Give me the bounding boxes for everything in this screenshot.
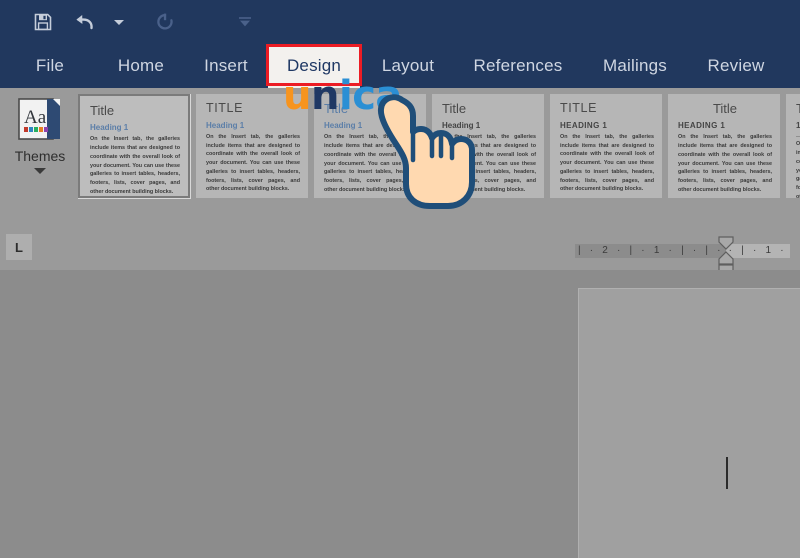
customize-quick-access-button[interactable]: [216, 7, 274, 37]
style-set-gallery[interactable]: Title Heading 1 On the Insert tab, the g…: [78, 94, 800, 206]
undo-icon: [73, 11, 97, 33]
svg-text:Aa: Aa: [24, 107, 47, 128]
style-gallery-item[interactable]: TITLE HEADING 1 On the Insert tab, the g…: [550, 94, 662, 198]
tab-label: Home: [118, 56, 164, 76]
redo-icon: [154, 11, 176, 33]
chevron-down-icon[interactable]: [34, 168, 46, 174]
tab-references[interactable]: References: [458, 44, 578, 88]
gallery-item-body: On the Insert tab, the galleries include…: [678, 133, 772, 194]
gallery-item-title: TITLE: [206, 102, 300, 116]
save-icon: [33, 12, 53, 32]
gallery-item-heading: Heading 1: [206, 121, 300, 130]
themes-aa-icon: Aa: [16, 96, 64, 144]
ribbon-tab-bar: File Home Insert Design Layout Reference…: [0, 44, 800, 88]
tab-design[interactable]: Design: [268, 44, 360, 88]
themes-button-label: Themes: [15, 148, 66, 164]
gallery-item-body: On the Insert tab, the galleries include…: [560, 133, 654, 194]
gallery-item-title: Title: [796, 102, 800, 116]
design-ribbon-content: Aa Themes Title Heading 1 On the Insert …: [0, 88, 800, 213]
themes-button[interactable]: Aa Themes: [8, 94, 72, 202]
gallery-item-title: Title: [678, 102, 772, 116]
gallery-item-heading: HEADING 1: [560, 121, 654, 130]
gallery-item-heading-row: 1 HEADING 1: [796, 121, 800, 133]
tab-layout[interactable]: Layout: [366, 44, 450, 88]
document-page[interactable]: [578, 288, 800, 558]
gallery-item-number: 1: [796, 121, 800, 130]
tab-label: References: [474, 56, 563, 76]
gallery-item-divider: [796, 136, 800, 137]
gallery-item-body: On the Insert tab, the galleries include…: [796, 140, 800, 198]
gallery-item-body: On the Insert tab, the galleries include…: [90, 135, 180, 196]
style-gallery-item[interactable]: TITLE Heading 1 On the Insert tab, the g…: [196, 94, 308, 198]
tab-mailings[interactable]: Mailings: [586, 44, 684, 88]
horizontal-ruler[interactable]: | · 2 · | · 1 · | · | · · | · 1 ·: [575, 242, 790, 259]
ribbon: File Home Insert Design Layout Reference…: [0, 0, 800, 88]
tab-insert[interactable]: Insert: [188, 44, 264, 88]
tab-file[interactable]: File: [20, 44, 80, 88]
tab-label: Layout: [382, 56, 434, 76]
style-gallery-item[interactable]: Title HEADING 1 On the Insert tab, the g…: [668, 94, 780, 198]
save-button[interactable]: [22, 7, 64, 37]
style-gallery-item[interactable]: Title 1 HEADING 1 On the Insert tab, the…: [786, 94, 800, 198]
customize-quick-access-icon: [237, 15, 253, 29]
gallery-item-title: Title: [90, 104, 180, 118]
redo-button[interactable]: [144, 7, 186, 37]
gallery-item-title: Title: [324, 102, 418, 116]
gallery-item-heading: Heading 1: [324, 121, 418, 130]
undo-dropdown-button[interactable]: [106, 7, 132, 37]
gallery-item-heading: Heading 1: [90, 123, 180, 132]
tab-label: File: [36, 56, 64, 76]
tab-label: Insert: [204, 56, 248, 76]
tab-stop-selector[interactable]: L: [6, 234, 32, 260]
style-gallery-item[interactable]: Title Heading 1 On the Insert tab, the g…: [432, 94, 544, 198]
document-workspace[interactable]: [0, 270, 800, 558]
gallery-item-title: Title: [442, 102, 536, 116]
gallery-item-body: On the Insert tab, the galleries include…: [206, 133, 300, 194]
tab-label: Review: [708, 56, 765, 76]
tab-label: Mailings: [603, 56, 667, 76]
word-application-window: File Home Insert Design Layout Reference…: [0, 0, 800, 558]
gallery-item-heading: HEADING 1: [678, 121, 772, 130]
ruler-marks-dark: | · 2 · | · 1 · | · | ·: [575, 244, 726, 258]
gallery-item-heading: Heading 1: [442, 121, 536, 130]
style-gallery-item[interactable]: Title Heading 1 On the Insert tab, the g…: [314, 94, 426, 198]
gallery-item-title: TITLE: [560, 102, 654, 116]
tab-review[interactable]: Review: [692, 44, 780, 88]
undo-button[interactable]: [64, 7, 106, 37]
chevron-down-icon: [113, 18, 125, 27]
tab-home[interactable]: Home: [100, 44, 182, 88]
style-gallery-item[interactable]: Title Heading 1 On the Insert tab, the g…: [78, 94, 190, 198]
quick-access-toolbar: [0, 0, 274, 44]
tab-label: Design: [287, 56, 341, 76]
text-cursor: [726, 457, 728, 489]
ruler-bar: L | · 2 · | · 1 · | · | · · | · 1 ·: [0, 212, 800, 270]
gallery-item-body: On the Insert tab, the galleries include…: [442, 133, 536, 194]
gallery-item-body: On the Insert tab, the galleries include…: [324, 133, 418, 194]
